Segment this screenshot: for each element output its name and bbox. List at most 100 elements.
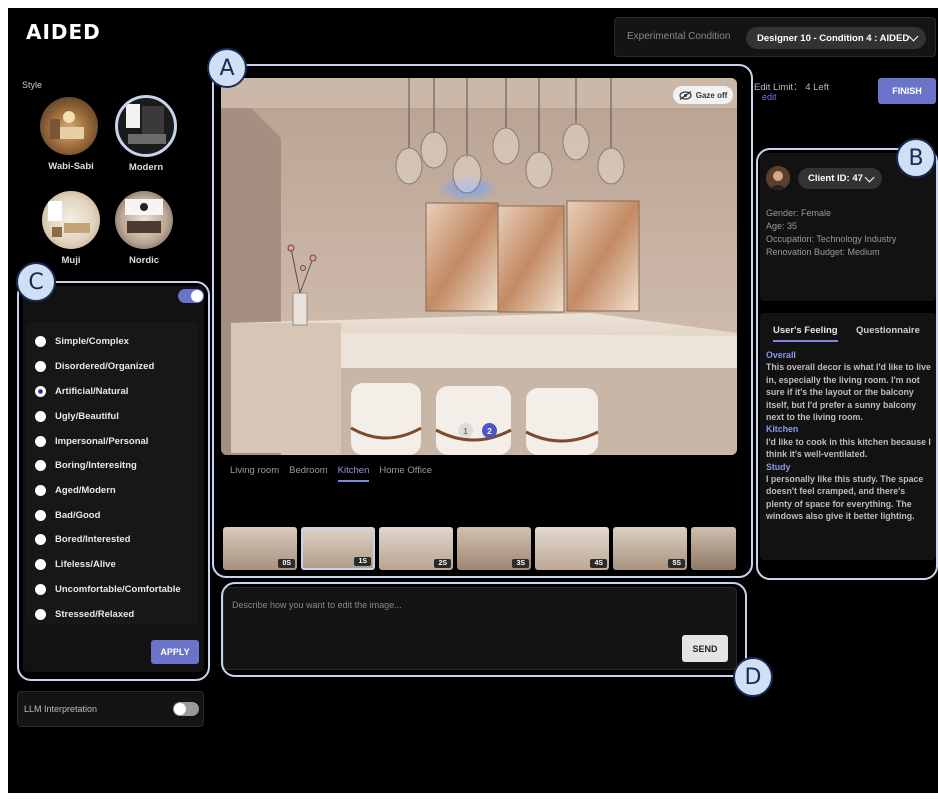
client-info: Gender: Female Age: 35 Occupation: Techn… xyxy=(766,207,896,259)
criteria-item-3[interactable]: Artificial/Natural xyxy=(35,383,128,399)
tab-questionnaire[interactable]: Questionnaire xyxy=(856,325,920,336)
finish-button[interactable]: FINISH xyxy=(878,78,936,104)
tab-users-feeling[interactable]: User's Feeling xyxy=(773,325,838,342)
muji-thumbnail-icon xyxy=(48,201,90,237)
radio-icon xyxy=(35,410,46,422)
edit-prompt-input[interactable]: Describe how you want to edit the image.… xyxy=(232,600,402,610)
thumbnail-item[interactable]: 4S xyxy=(535,527,609,570)
kitchen-scene-icon xyxy=(221,78,737,455)
criteria-item-6[interactable]: Boring/Interesitng xyxy=(35,457,137,473)
gaze-toggle-button[interactable]: Gaze off xyxy=(673,86,733,104)
style-option-wabi-sabi[interactable] xyxy=(40,97,98,155)
app-title: AIDED xyxy=(26,20,101,44)
thumbnail-item-partial[interactable] xyxy=(691,527,736,570)
style-option-nordic[interactable] xyxy=(115,191,173,249)
toggle-knob xyxy=(191,290,203,302)
criteria-item-2[interactable]: Disordered/Organized xyxy=(35,358,154,374)
criteria-item-11[interactable]: Uncomfortable/Comfortable xyxy=(35,581,181,597)
style-label: Style xyxy=(22,80,43,90)
llm-interpretation-label: LLM Interpretation xyxy=(24,704,98,714)
client-id-select[interactable]: Client ID: 47 xyxy=(798,168,882,189)
criteria-list: Simple/Complex Disordered/Organized Arti… xyxy=(27,322,199,624)
style-name-wabi-sabi: Wabi-Sabi xyxy=(48,161,94,172)
radio-icon xyxy=(35,360,46,372)
wabi-sabi-thumbnail-icon xyxy=(50,111,84,139)
tab-living-room[interactable]: Living room xyxy=(230,465,279,482)
radio-icon xyxy=(35,484,46,496)
chevron-down-icon xyxy=(864,172,875,183)
client-age: Age: 35 xyxy=(766,221,798,231)
llm-interpretation-toggle[interactable] xyxy=(173,702,199,716)
room-tabs: Living room Bedroom Kitchen Home Office xyxy=(230,465,432,482)
eye-off-icon xyxy=(679,90,692,100)
section-text-overall: This overall decor is what I'd like to l… xyxy=(766,362,931,423)
tab-bedroom[interactable]: Bedroom xyxy=(289,465,328,482)
radio-selected-icon xyxy=(35,385,46,397)
annotation-badge-c: C xyxy=(16,262,56,302)
criteria-item-10[interactable]: Lifeless/Alive xyxy=(35,556,116,572)
avatar-icon xyxy=(766,166,790,190)
feeling-content: Overall This overall decor is what I'd l… xyxy=(766,349,932,523)
criteria-item-4[interactable]: Ugly/Beautiful xyxy=(35,408,119,424)
radio-icon xyxy=(35,435,46,447)
kitchen-render-image[interactable] xyxy=(221,78,737,455)
page-1-button[interactable]: 1 xyxy=(458,423,473,438)
modern-thumbnail-icon xyxy=(126,104,166,144)
gaze-label: Gaze off xyxy=(695,90,728,100)
llm-interpretation-panel: LLM Interpretation xyxy=(17,691,204,727)
section-heading-overall: Overall xyxy=(766,350,796,360)
radio-icon xyxy=(35,583,46,595)
thumbnail-item[interactable]: 5S xyxy=(613,527,687,570)
style-name-modern: Modern xyxy=(128,162,164,173)
page-2-button[interactable]: 2 xyxy=(482,423,497,438)
style-option-modern[interactable] xyxy=(115,95,177,157)
section-text-study: I personally like this study. The space … xyxy=(766,474,924,522)
style-option-muji[interactable] xyxy=(42,191,100,249)
criteria-toggle[interactable] xyxy=(178,289,204,303)
tab-home-office[interactable]: Home Office xyxy=(379,465,432,482)
radio-icon xyxy=(35,558,46,570)
user-feeling-panel: User's Feeling Questionnaire Overall Thi… xyxy=(760,313,936,560)
section-heading-kitchen: Kitchen xyxy=(766,424,799,435)
nordic-thumbnail-icon xyxy=(125,199,163,233)
client-budget: Renovation Budget: Medium xyxy=(766,247,880,257)
chevron-down-icon xyxy=(908,31,919,42)
send-button[interactable]: SEND xyxy=(682,635,728,662)
criteria-item-12[interactable]: Stressed/Relaxed xyxy=(35,606,134,622)
criteria-panel: Simple/Complex Disordered/Organized Arti… xyxy=(23,286,204,672)
experimental-condition-label: Experimental Condition xyxy=(627,31,731,42)
condition-select-value: Designer 10 - Condition 4 : AIDED xyxy=(757,33,910,44)
edit-link[interactable]: edit xyxy=(762,92,777,102)
avatar xyxy=(766,166,790,190)
condition-select[interactable]: Designer 10 - Condition 4 : AIDED xyxy=(746,27,926,49)
annotation-badge-d: D xyxy=(733,657,773,697)
tab-kitchen[interactable]: Kitchen xyxy=(337,465,370,482)
client-id-value: Client ID: 47 xyxy=(808,173,863,184)
criteria-item-5[interactable]: Impersonal/Personal xyxy=(35,433,148,449)
radio-icon xyxy=(35,533,46,545)
client-occupation: Occupation: Technology Industry xyxy=(766,234,897,244)
annotation-badge-b: B xyxy=(896,138,936,178)
style-name-nordic: Nordic xyxy=(128,255,160,266)
thumbnail-item[interactable]: 3S xyxy=(457,527,531,570)
thumbnail-strip: 0S 1S 2S 3S 4S 5S xyxy=(223,527,736,571)
section-heading-study: Study xyxy=(766,461,791,472)
radio-icon xyxy=(35,509,46,521)
annotation-badge-a: A xyxy=(207,48,247,88)
criteria-item-8[interactable]: Bad/Good xyxy=(35,507,100,523)
radio-icon xyxy=(35,608,46,620)
client-gender: Gender: Female xyxy=(766,208,832,218)
thumbnail-item[interactable]: 0S xyxy=(223,527,297,570)
thumbnail-item-selected[interactable]: 1S xyxy=(301,527,375,570)
edit-prompt-box[interactable]: Describe how you want to edit the image.… xyxy=(223,587,737,670)
radio-icon xyxy=(35,335,46,347)
thumbnail-item[interactable]: 2S xyxy=(379,527,453,570)
toggle-knob xyxy=(174,703,186,715)
edit-limit-text: Edit Limit： 4 Left xyxy=(754,82,829,93)
section-text-kitchen: I'd like to cook in this kitchen because… xyxy=(766,436,931,460)
radio-icon xyxy=(35,459,46,471)
criteria-item-7[interactable]: Aged/Modern xyxy=(35,482,116,498)
criteria-item-9[interactable]: Bored/Interested xyxy=(35,531,131,547)
criteria-item-1[interactable]: Simple/Complex xyxy=(35,333,129,349)
apply-button[interactable]: APPLY xyxy=(151,640,199,664)
